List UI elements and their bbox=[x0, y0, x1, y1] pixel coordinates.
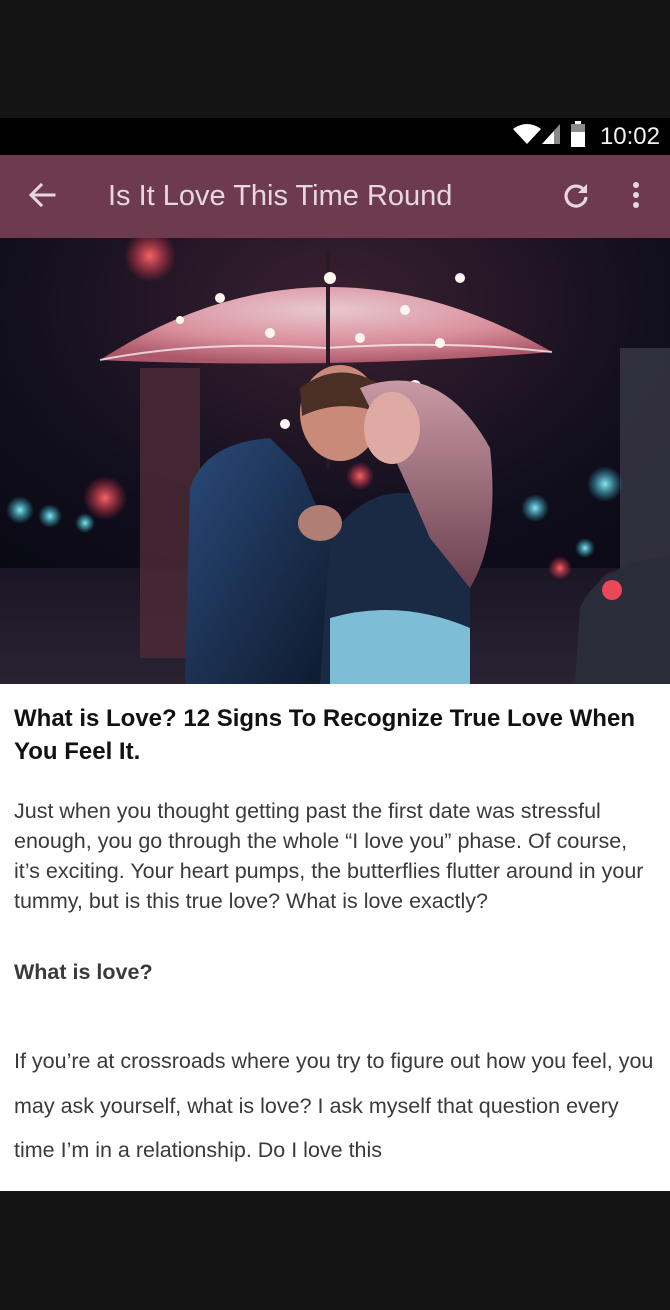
signal-icon bbox=[540, 122, 562, 151]
battery-icon bbox=[570, 121, 586, 152]
back-button[interactable] bbox=[22, 177, 62, 217]
app-bar-title: Is It Love This Time Round bbox=[108, 180, 453, 212]
article-intro: Just when you thought getting past the f… bbox=[14, 799, 644, 913]
article-body: What is Love? 12 Signs To Recognize True… bbox=[14, 684, 656, 1173]
more-vert-icon bbox=[632, 181, 640, 214]
hero-image bbox=[0, 238, 670, 684]
wifi-icon bbox=[512, 122, 542, 151]
app-bar: Is It Love This Time Round bbox=[0, 155, 670, 238]
status-icons: 10:02 bbox=[512, 118, 660, 155]
refresh-icon bbox=[562, 181, 590, 214]
refresh-button[interactable] bbox=[556, 177, 596, 217]
app-screen: 10:02 Is It Love This Time Round What is… bbox=[0, 118, 670, 1191]
article-paragraph: If you’re at crossroads where you try to… bbox=[14, 1049, 654, 1162]
more-options-button[interactable] bbox=[620, 177, 652, 217]
back-arrow-icon bbox=[28, 181, 56, 214]
article-subheading: What is love? bbox=[14, 960, 153, 984]
device-top-bezel bbox=[0, 0, 670, 118]
article-headline: What is Love? 12 Signs To Recognize True… bbox=[14, 705, 635, 765]
status-bar: 10:02 bbox=[0, 118, 670, 155]
status-time: 10:02 bbox=[599, 122, 660, 150]
device-bottom-bezel bbox=[0, 1191, 670, 1310]
